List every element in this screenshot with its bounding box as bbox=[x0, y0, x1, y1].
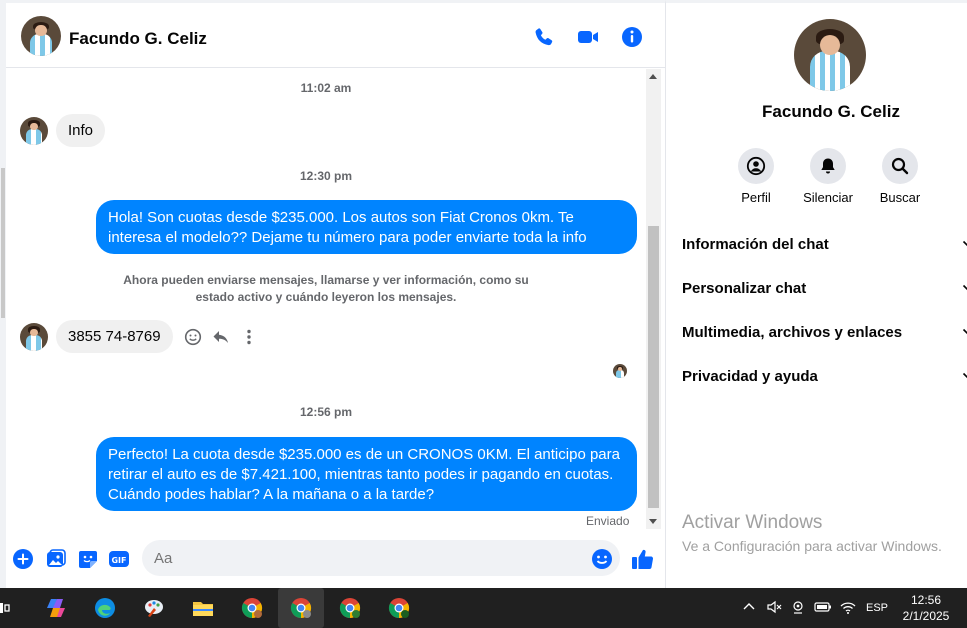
message-bubble-incoming[interactable]: 3855 74-8769 bbox=[56, 320, 173, 353]
search-label: Buscar bbox=[879, 190, 921, 205]
mute-button[interactable]: Silenciar bbox=[788, 148, 868, 205]
phone-icon[interactable] bbox=[532, 25, 556, 49]
chrome-icon-2[interactable] bbox=[287, 594, 315, 622]
section-label: Personalizar chat bbox=[682, 280, 807, 297]
battery-icon[interactable] bbox=[814, 599, 832, 618]
bell-icon bbox=[821, 158, 835, 174]
task-view-icon[interactable] bbox=[0, 594, 20, 622]
clock-date: 2/1/2025 bbox=[902, 609, 950, 623]
message-bubble-outgoing[interactable]: Hola! Son cuotas desde $235.000. Los aut… bbox=[96, 200, 637, 254]
activation-watermark-title: Activar Windows bbox=[682, 512, 823, 533]
taskbar: ESP 12:56 2/1/2025 bbox=[0, 588, 967, 628]
clock-time: 12:56 bbox=[910, 593, 942, 607]
file-explorer-icon[interactable] bbox=[189, 594, 217, 622]
section-customize-chat[interactable]: Personalizar chat bbox=[682, 280, 967, 297]
scroll-up-arrow[interactable] bbox=[649, 74, 657, 79]
more-icon[interactable] bbox=[239, 327, 259, 347]
message-input[interactable] bbox=[142, 540, 620, 576]
contact-avatar-small[interactable] bbox=[20, 322, 48, 351]
info-icon[interactable] bbox=[620, 25, 644, 49]
chevron-down-icon bbox=[962, 372, 967, 379]
plus-icon[interactable] bbox=[12, 548, 34, 570]
search-button[interactable]: Buscar bbox=[860, 148, 940, 205]
profile-button[interactable]: Perfil bbox=[716, 148, 796, 205]
section-label: Privacidad y ayuda bbox=[682, 368, 818, 385]
wifi-icon[interactable] bbox=[840, 599, 856, 618]
emoji-icon[interactable] bbox=[591, 548, 613, 570]
message-actions bbox=[183, 327, 259, 347]
search-icon bbox=[891, 157, 909, 175]
chevron-down-icon bbox=[962, 328, 967, 335]
section-label: Multimedia, archivos y enlaces bbox=[682, 324, 903, 341]
language-indicator[interactable]: ESP bbox=[866, 602, 888, 614]
scroll-down-arrow[interactable] bbox=[649, 519, 657, 524]
chrome-icon-3[interactable] bbox=[336, 594, 364, 622]
gif-icon[interactable]: GIF bbox=[108, 548, 130, 570]
profile-icon bbox=[746, 156, 766, 176]
chevron-down-icon bbox=[962, 284, 967, 291]
chrome-icon-4[interactable] bbox=[385, 594, 413, 622]
chevron-up-icon[interactable] bbox=[742, 600, 756, 617]
message-list[interactable]: 11:02 am Info 12:30 pm Hola! Son cuotas … bbox=[6, 69, 646, 529]
message-row-incoming: Info bbox=[20, 114, 106, 147]
chevron-down-icon bbox=[962, 240, 967, 247]
timestamp: 11:02 am bbox=[300, 81, 352, 95]
panel-avatar[interactable] bbox=[794, 19, 866, 91]
delivery-status: Enviado bbox=[586, 514, 630, 528]
svg-text:GIF: GIF bbox=[111, 556, 126, 565]
message-row-incoming: 3855 74-8769 bbox=[20, 320, 259, 353]
contact-avatar-small[interactable] bbox=[20, 116, 48, 145]
like-icon[interactable] bbox=[630, 546, 656, 572]
reply-icon[interactable] bbox=[211, 327, 231, 347]
left-scrollbar-thumb[interactable] bbox=[1, 168, 5, 318]
composer: GIF bbox=[6, 530, 665, 588]
panel-contact-name: Facundo G. Celiz bbox=[762, 102, 900, 121]
profile-label: Perfil bbox=[741, 190, 771, 205]
info-panel: Facundo G. Celiz Perfil Silenciar Buscar… bbox=[665, 0, 967, 588]
speaker-muted-icon[interactable] bbox=[766, 599, 782, 618]
copilot-icon[interactable] bbox=[42, 594, 70, 622]
message-bubble-outgoing[interactable]: Perfecto! La cuota desde $235.000 es de … bbox=[96, 437, 637, 511]
activation-watermark-subtitle: Ve a Configuración para activar Windows. bbox=[682, 538, 942, 554]
emoji-icon[interactable] bbox=[183, 327, 203, 347]
seen-avatar bbox=[613, 364, 627, 378]
contact-avatar[interactable] bbox=[21, 16, 61, 56]
chat-header: Facundo G. Celiz bbox=[6, 0, 665, 68]
timestamp: 12:30 pm bbox=[299, 169, 353, 183]
chat-scrollbar-thumb[interactable] bbox=[648, 226, 659, 508]
timestamp: 12:56 pm bbox=[299, 405, 353, 419]
video-icon[interactable] bbox=[576, 25, 600, 49]
chat-scrollbar[interactable] bbox=[646, 69, 661, 529]
section-privacy-help[interactable]: Privacidad y ayuda bbox=[682, 368, 967, 385]
section-label: Información del chat bbox=[682, 236, 829, 253]
message-bubble-incoming[interactable]: Info bbox=[56, 114, 106, 147]
chat-pane: Facundo G. Celiz 11:02 am Info 12:30 pm … bbox=[0, 0, 665, 588]
mute-label: Silenciar bbox=[803, 190, 853, 205]
system-tray: ESP bbox=[742, 588, 888, 628]
messenger-window: Facundo G. Celiz 11:02 am Info 12:30 pm … bbox=[0, 0, 967, 628]
section-media-files[interactable]: Multimedia, archivos y enlaces bbox=[682, 324, 967, 341]
paint-icon[interactable] bbox=[140, 594, 168, 622]
taskbar-clock[interactable]: 12:56 2/1/2025 bbox=[895, 592, 957, 624]
sticker-icon[interactable] bbox=[77, 548, 99, 570]
system-notice: Ahora pueden enviarse mensajes, llamarse… bbox=[123, 273, 529, 304]
camera-privacy-icon[interactable] bbox=[790, 599, 806, 618]
image-icon[interactable] bbox=[45, 548, 67, 570]
contact-name[interactable]: Facundo G. Celiz bbox=[69, 29, 207, 49]
section-chat-info[interactable]: Información del chat bbox=[682, 236, 967, 253]
chrome-icon-1[interactable] bbox=[238, 594, 266, 622]
edge-icon[interactable] bbox=[91, 594, 119, 622]
